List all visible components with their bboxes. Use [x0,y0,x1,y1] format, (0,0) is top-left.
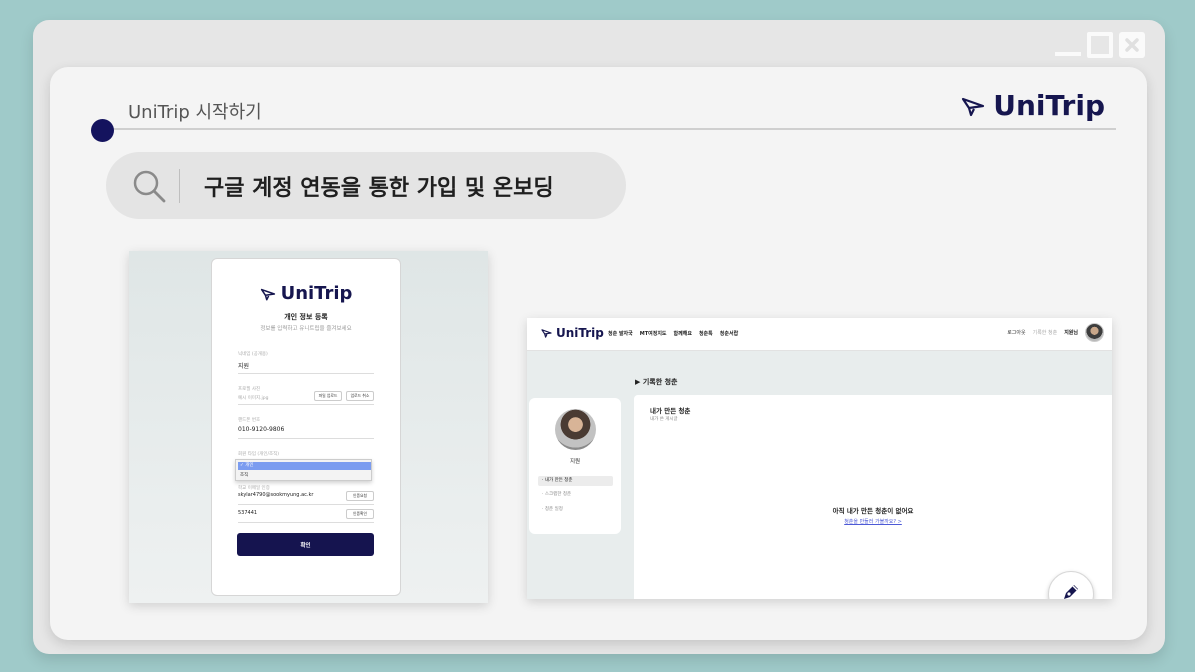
form-title: 개인 정보 등록 [284,313,328,321]
form-brand-name: UniTrip [280,283,353,304]
phone-field[interactable]: 010-9120-9806 [238,426,284,433]
header-dot [91,119,114,142]
signup-form-card: UniTrip 개인 정보 등록 정보를 입력하고 유니트립을 즐겨보세요 닉네… [211,258,401,596]
paper-plane-icon [962,97,985,116]
code-field[interactable]: 537441 [238,510,257,516]
app-navbar: UniTrip 청춘 발자국 MT여정지도 함께해요 청춘톡 청춘서랍 로그아웃… [527,318,1112,351]
member-type-label: 회원 타입 (개인/조직) [238,452,280,457]
content-subtitle: 내가 쓴 게시글 [650,417,678,422]
nickname-label: 닉네임 (공개용) [238,352,268,357]
app-nav-menu: 청춘 발자국 MT여정지도 함께해요 청춘톡 청춘서랍 [608,330,738,337]
search-icon [133,170,166,202]
paper-plane-icon [541,329,552,338]
photo-cancel-button[interactable]: 업로드 취소 [346,391,374,401]
member-type-dropdown[interactable]: ✓ 개인 조직 [235,459,372,481]
app-brand[interactable]: UniTrip [541,326,604,340]
member-type-option-selected[interactable]: ✓ 개인 [238,462,371,470]
phone-underline [238,438,374,439]
recorded-link[interactable]: 기록한 청춘 [1033,329,1058,336]
email-verify-button[interactable]: 인증요청 [346,491,374,501]
page-title: UniTrip 시작하기 [128,102,262,123]
logout-link[interactable]: 로그아웃 [1007,329,1025,336]
submit-button[interactable]: 확인 [237,533,374,556]
profile-menu-item-scrap[interactable]: · 스크랩한 청춘 [542,491,571,497]
profile-name: 지원 [569,459,581,465]
form-brand: UniTrip [212,283,400,304]
photo-label: 프로필 사진 [238,387,261,392]
nav-item-talk[interactable]: 청춘톡 [699,330,713,337]
empty-state-message: 아직 내가 만든 청춘이 없어요 [832,507,914,515]
close-icon[interactable] [1119,32,1145,58]
code-underline [238,522,374,523]
brand-name: UniTrip [993,89,1105,122]
mypage-screenshot: UniTrip 청춘 발자국 MT여정지도 함께해요 청춘톡 청춘서랍 로그아웃… [527,318,1112,599]
profile-avatar [555,409,596,450]
photo-upload-button[interactable]: 파일 업로드 [314,391,342,401]
content-area: 내가 만든 청춘 내가 쓴 게시글 아직 내가 만든 청춘이 없어요 청춘을 만… [634,395,1112,599]
user-name[interactable]: 지원님 [1064,329,1078,336]
window-controls [1055,32,1145,58]
avatar[interactable] [1085,323,1104,342]
minimize-icon[interactable] [1055,52,1081,56]
photo-placeholder: 예시 이미지.jpg [238,396,269,401]
email-underline [238,504,374,505]
search-query: 구글 계정 연동을 통한 가입 및 온보딩 [204,175,554,201]
brand-logo: UniTrip [961,89,1105,122]
form-subtitle: 정보를 입력하고 유니트립을 즐겨보세요 [260,326,352,332]
nav-item-mt-map[interactable]: MT여정지도 [640,330,667,337]
member-type-option[interactable]: 조직 [240,472,248,478]
phone-label: 핸드폰 번호 [238,418,261,423]
maximize-icon[interactable] [1087,32,1113,58]
nav-item-drawer[interactable]: 청춘서랍 [720,330,738,337]
paper-plane-icon [260,288,275,300]
code-verify-button[interactable]: 인증확인 [346,509,374,519]
nickname-underline [238,373,374,374]
photo-underline [238,404,374,405]
profile-menu-item-schedule[interactable]: · 청춘 일정 [542,506,563,512]
nav-item-together[interactable]: 함께해요 [674,330,692,337]
create-post-link[interactable]: 청춘을 만들러 가볼까요? > [634,518,1112,525]
pen-icon [1064,585,1078,599]
profile-card: 지원 · 내가 만든 청춘 · 스크랩한 청춘 · 청춘 일정 [529,398,621,534]
app-nav-right: 로그아웃 기록한 청춘 지원님 [1007,323,1104,342]
nav-item-footprint[interactable]: 청춘 발자국 [608,330,633,337]
email-field[interactable]: skylar4790@sookmyung.ac.kr [238,492,313,498]
header-divider [103,128,1116,130]
section-title: ▶ 기록한 청춘 [635,378,678,386]
signup-screenshot: UniTrip 개인 정보 등록 정보를 입력하고 유니트립을 즐겨보세요 닉네… [129,251,488,603]
profile-menu-item-my-posts[interactable]: · 내가 만든 청춘 [538,476,613,486]
email-label: 학교 이메일 인증 [238,486,270,491]
nickname-field[interactable]: 지원 [238,361,249,370]
content-title: 내가 만든 청춘 [650,407,691,415]
app-brand-name: UniTrip [556,326,604,340]
search-divider [179,168,180,203]
search-bar[interactable]: 구글 계정 연동을 통한 가입 및 온보딩 [106,152,626,219]
